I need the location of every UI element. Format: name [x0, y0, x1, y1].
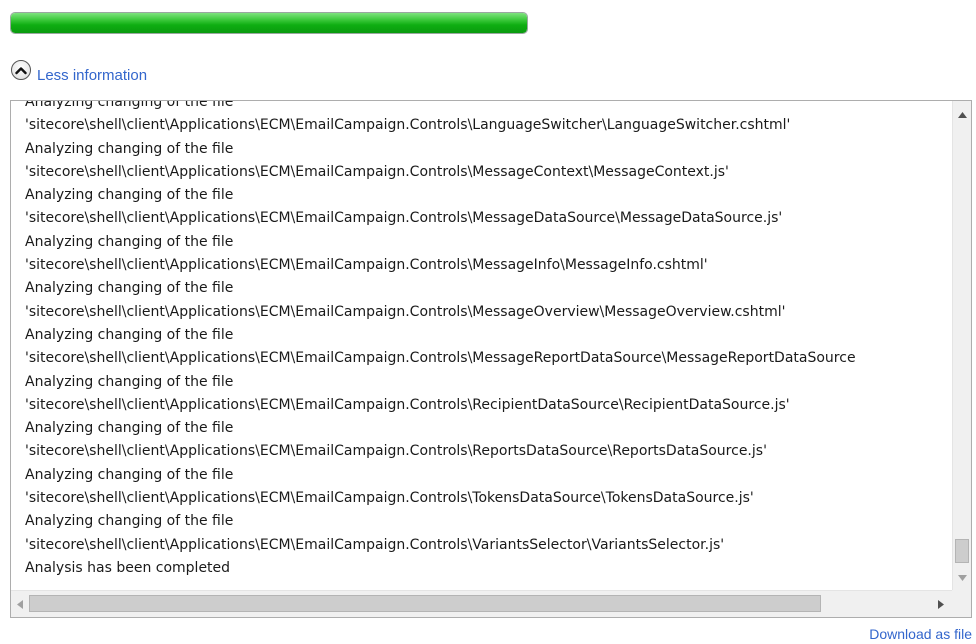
chevron-up-icon[interactable]	[11, 60, 31, 80]
log-line: 'sitecore\shell\client\Applications\ECM\…	[25, 350, 856, 367]
horizontal-scroll-thumb[interactable]	[29, 595, 821, 612]
less-information-link[interactable]: Less information	[37, 67, 147, 84]
log-line: 'sitecore\shell\client\Applications\ECM\…	[25, 490, 754, 507]
log-line: 'sitecore\shell\client\Applications\ECM\…	[25, 257, 708, 274]
log-line: 'sitecore\shell\client\Applications\ECM\…	[25, 303, 786, 320]
log-line: Analyzing changing of the file	[25, 513, 234, 530]
scroll-up-arrow-icon[interactable]	[953, 106, 971, 124]
scroll-left-arrow-icon[interactable]	[11, 591, 29, 617]
progress-fill	[11, 13, 527, 33]
log-output[interactable]: Analyzing changing of the file 'sitecore\…	[10, 100, 972, 618]
log-line: 'sitecore\shell\client\Applications\ECM\…	[25, 443, 767, 460]
scroll-down-arrow-icon[interactable]	[953, 569, 971, 587]
log-line: 'sitecore\shell\client\Applications\ECM\…	[25, 210, 783, 227]
upgrade-analysis-panel: Less information Analyzing changing of t…	[0, 0, 976, 644]
scrollbar-corner	[952, 590, 971, 617]
log-lines: Analyzing changing of the file 'sitecore\…	[25, 101, 856, 580]
log-line: Analyzing changing of the file	[25, 326, 234, 343]
download-as-file-link[interactable]: Download as file	[869, 626, 972, 642]
log-line: 'sitecore\shell\client\Applications\ECM\…	[25, 117, 791, 134]
log-line: Analysis has been completed	[25, 559, 231, 576]
log-line: Analyzing changing of the file	[25, 373, 234, 390]
log-line: Analyzing changing of the file	[25, 140, 234, 157]
log-line: 'sitecore\shell\client\Applications\ECM\…	[25, 396, 790, 413]
progress-bar	[10, 12, 528, 34]
log-line: Analyzing changing of the file	[25, 466, 234, 483]
log-line: Analyzing changing of the file	[25, 233, 234, 250]
log-line: Analyzing changing of the file	[25, 280, 234, 297]
log-line: 'sitecore\shell\client\Applications\ECM\…	[25, 536, 725, 553]
log-line: 'sitecore\shell\client\Applications\ECM\…	[25, 163, 729, 180]
horizontal-scrollbar[interactable]	[11, 590, 954, 617]
log-line: Analyzing changing of the file	[25, 420, 234, 437]
details-toggle[interactable]: Less information	[11, 57, 147, 84]
log-viewport: Analyzing changing of the file 'sitecore\…	[11, 101, 954, 590]
vertical-scrollbar[interactable]	[952, 101, 971, 590]
log-line: Analyzing changing of the file	[25, 187, 234, 204]
vertical-scroll-thumb[interactable]	[955, 539, 969, 563]
scroll-right-arrow-icon[interactable]	[932, 591, 950, 617]
log-line: Analyzing changing of the file	[25, 101, 234, 110]
